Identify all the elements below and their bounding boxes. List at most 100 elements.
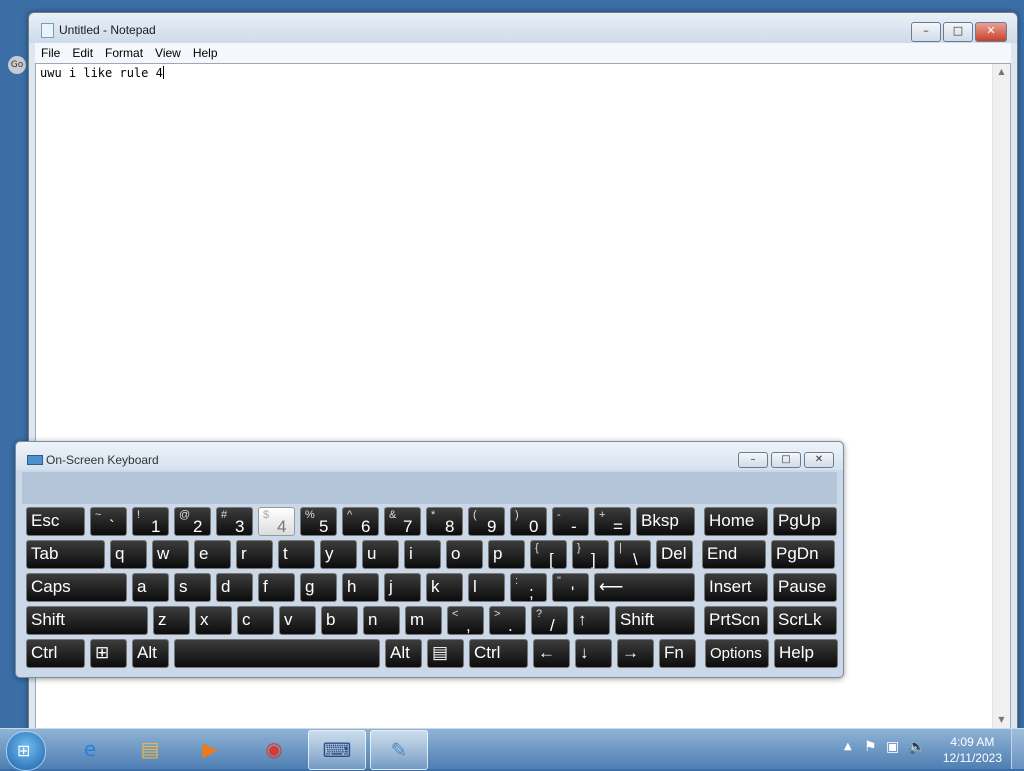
- key-home[interactable]: Home: [704, 507, 768, 536]
- close-button[interactable]: ✕: [975, 22, 1007, 42]
- key-prtscn[interactable]: PrtScn: [704, 606, 768, 635]
- key-symbol[interactable]: →: [617, 639, 654, 668]
- key-del[interactable]: Del: [656, 540, 693, 569]
- key-l[interactable]: l: [468, 573, 505, 602]
- key-g[interactable]: g: [300, 573, 337, 602]
- key-i[interactable]: i: [404, 540, 441, 569]
- key-symbol[interactable]: <,: [447, 606, 484, 635]
- key-ctrl[interactable]: Ctrl: [26, 639, 85, 668]
- key-symbol[interactable]: ? /: [531, 606, 568, 635]
- key-d[interactable]: d: [216, 573, 253, 602]
- key-options[interactable]: Options: [705, 639, 769, 668]
- key-esc[interactable]: Esc: [26, 507, 85, 536]
- scroll-down-icon[interactable]: ▼: [993, 712, 1010, 728]
- editor-content[interactable]: uwu i like rule 4: [40, 66, 163, 80]
- key-symbol[interactable]: ↑: [573, 606, 610, 635]
- key-s[interactable]: s: [174, 573, 211, 602]
- notepad-taskbar-button[interactable]: ✎: [370, 730, 428, 770]
- key-fn[interactable]: Fn: [659, 639, 696, 668]
- start-button[interactable]: ⊞: [6, 731, 46, 771]
- key-9[interactable]: (9: [468, 507, 505, 536]
- key-pause[interactable]: Pause: [773, 573, 837, 602]
- menu-format[interactable]: Format: [99, 43, 149, 63]
- key-symbol[interactable]: | \: [614, 540, 651, 569]
- file-explorer-taskbar-button[interactable]: ▤: [122, 730, 178, 768]
- action-center-icon[interactable]: ⚑: [864, 739, 877, 755]
- key-caps[interactable]: Caps: [26, 573, 127, 602]
- key-t[interactable]: t: [278, 540, 315, 569]
- key-r[interactable]: r: [236, 540, 273, 569]
- maximize-button[interactable]: □: [943, 22, 973, 42]
- key-7[interactable]: & 7: [384, 507, 421, 536]
- key-a[interactable]: a: [132, 573, 169, 602]
- scroll-up-icon[interactable]: ▲: [993, 64, 1010, 80]
- network-icon[interactable]: ▣: [886, 739, 899, 755]
- chrome-taskbar-button[interactable]: ◉: [246, 730, 302, 768]
- key-tab[interactable]: Tab: [26, 540, 105, 569]
- menu-help[interactable]: Help: [187, 43, 224, 63]
- key-p[interactable]: p: [488, 540, 525, 569]
- key-bksp[interactable]: Bksp: [636, 507, 695, 536]
- key-ctrl[interactable]: Ctrl: [469, 639, 528, 668]
- key-help[interactable]: Help: [774, 639, 838, 668]
- key-symbol[interactable]: ⊞: [90, 639, 127, 668]
- key-symbol[interactable]: ~ `: [90, 507, 127, 536]
- osk-close-button[interactable]: ✕: [804, 452, 834, 468]
- key-symbol[interactable]: --: [552, 507, 589, 536]
- key-5[interactable]: % 5: [300, 507, 337, 536]
- key-3[interactable]: #3: [216, 507, 253, 536]
- key-6[interactable]: ^ 6: [342, 507, 379, 536]
- key-m[interactable]: m: [405, 606, 442, 635]
- internet-explorer-taskbar-button[interactable]: e: [62, 730, 118, 768]
- key-symbol[interactable]: :;: [510, 573, 547, 602]
- key-symbol[interactable]: + =: [594, 507, 631, 536]
- key-4[interactable]: $4: [258, 507, 295, 536]
- key-scrlk[interactable]: ScrLk: [773, 606, 837, 635]
- key-h[interactable]: h: [342, 573, 379, 602]
- key-n[interactable]: n: [363, 606, 400, 635]
- key-shift[interactable]: Shift: [26, 606, 148, 635]
- key-symbol[interactable]: " ': [552, 573, 589, 602]
- menu-file[interactable]: File: [35, 43, 66, 63]
- osk-maximize-button[interactable]: □: [771, 452, 801, 468]
- show-hidden-icons-icon[interactable]: ▲: [844, 741, 852, 752]
- key-space[interactable]: [174, 639, 380, 668]
- key-o[interactable]: o: [446, 540, 483, 569]
- key-q[interactable]: q: [110, 540, 147, 569]
- key-symbol[interactable]: ↓: [575, 639, 612, 668]
- media-player-taskbar-button[interactable]: ▶: [182, 730, 238, 768]
- key-e[interactable]: e: [194, 540, 231, 569]
- volume-muted-icon[interactable]: 🔈: [908, 739, 925, 755]
- key-symbol[interactable]: }]: [572, 540, 609, 569]
- key-end[interactable]: End: [702, 540, 766, 569]
- key-u[interactable]: u: [362, 540, 399, 569]
- key-1[interactable]: ! 1: [132, 507, 169, 536]
- key-f[interactable]: f: [258, 573, 295, 602]
- key-symbol[interactable]: ⟵: [594, 573, 695, 602]
- key-0[interactable]: ) 0: [510, 507, 547, 536]
- key-alt[interactable]: Alt: [385, 639, 422, 668]
- osk-titlebar[interactable]: On-Screen Keyboard – □ ✕: [16, 442, 843, 470]
- clock[interactable]: 4:09 AM 12/11/2023: [943, 734, 1002, 766]
- osk-minimize-button[interactable]: –: [738, 452, 768, 468]
- vertical-scrollbar[interactable]: ▲ ▼: [992, 64, 1010, 728]
- on-screen-keyboard-taskbar-button[interactable]: ⌨: [308, 730, 366, 770]
- key-z[interactable]: z: [153, 606, 190, 635]
- key-symbol[interactable]: ▤: [427, 639, 464, 668]
- key-j[interactable]: j: [384, 573, 421, 602]
- key-y[interactable]: y: [320, 540, 357, 569]
- key-v[interactable]: v: [279, 606, 316, 635]
- key-symbol[interactable]: >.: [489, 606, 526, 635]
- key-2[interactable]: @2: [174, 507, 211, 536]
- key-pgdn[interactable]: PgDn: [771, 540, 835, 569]
- key-pgup[interactable]: PgUp: [773, 507, 837, 536]
- key-8[interactable]: * 8: [426, 507, 463, 536]
- key-c[interactable]: c: [237, 606, 274, 635]
- key-shift[interactable]: Shift: [615, 606, 695, 635]
- key-symbol[interactable]: {[: [530, 540, 567, 569]
- menu-view[interactable]: View: [149, 43, 187, 63]
- menu-edit[interactable]: Edit: [66, 43, 99, 63]
- key-symbol[interactable]: ←: [533, 639, 570, 668]
- show-desktop-button[interactable]: [1011, 729, 1024, 769]
- minimize-button[interactable]: –: [911, 22, 941, 42]
